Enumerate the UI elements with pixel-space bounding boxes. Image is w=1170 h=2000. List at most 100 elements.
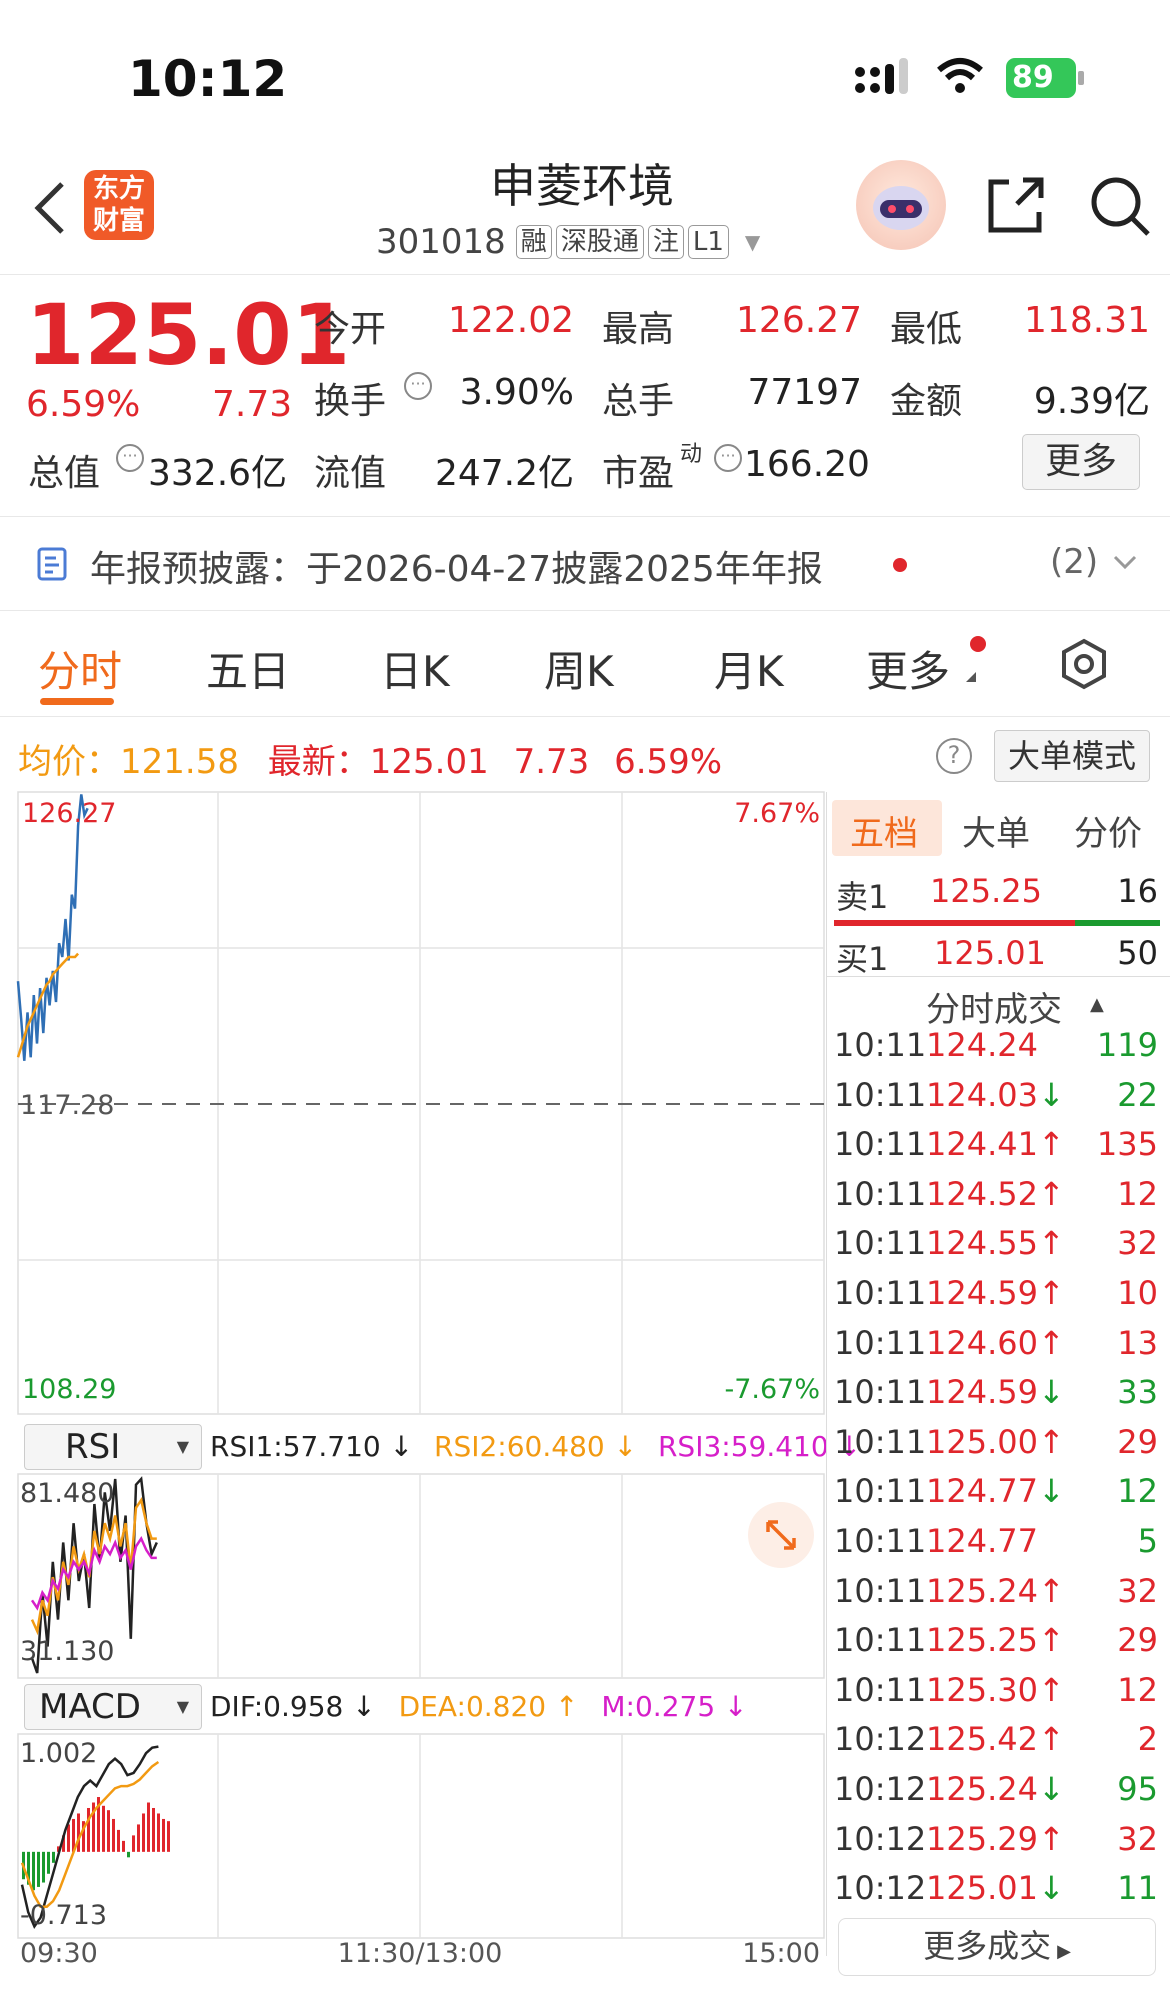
trade-row: 10:11 124.41↑ 135 — [832, 1125, 1162, 1174]
app-logo-text: 东方财富 — [92, 174, 145, 236]
trade-volume: 29 — [1117, 1621, 1158, 1660]
macd-bar — [132, 1835, 135, 1852]
trade-price: 124.77↓ — [926, 1472, 1065, 1511]
tab-daily-k[interactable]: 日K — [380, 638, 450, 699]
trade-time: 10:11 — [834, 1422, 927, 1461]
more-button[interactable]: 更多 — [1022, 434, 1140, 490]
tab-more[interactable]: 更多 — [866, 638, 950, 699]
notice-count[interactable]: (2) — [1050, 542, 1098, 582]
sort-up-icon: ▲ — [1090, 994, 1104, 1015]
trade-price: 125.30↑ — [926, 1670, 1065, 1709]
high-label: 最高 — [602, 309, 675, 350]
trade-price: 124.55↑ — [926, 1224, 1065, 1263]
macd-bar — [77, 1813, 80, 1852]
big-order-mode-button[interactable]: 大单模式 — [994, 730, 1150, 782]
macd-bar — [152, 1807, 155, 1852]
settings-icon[interactable] — [1058, 638, 1110, 690]
trade-time: 10:11 — [834, 1522, 927, 1560]
trade-time: 10:11 — [834, 1571, 927, 1610]
price-line — [16, 794, 89, 1061]
tab-weekly-k[interactable]: 周K — [544, 638, 614, 699]
trade-time: 10:11 — [834, 1621, 927, 1660]
tab-more-corner — [966, 672, 976, 682]
avg-label: 均价： — [18, 742, 120, 782]
info-icon[interactable]: ··· — [404, 372, 432, 400]
chevron-down-icon[interactable] — [1112, 552, 1138, 572]
trade-row: 10:11 124.59↑ 10 — [832, 1274, 1162, 1323]
trade-volume: 10 — [1117, 1274, 1158, 1312]
indicator-selector-rsi[interactable]: RSI ▼ — [24, 1424, 202, 1470]
macd-bar — [122, 1840, 125, 1852]
trade-volume: 29 — [1117, 1422, 1158, 1461]
stock-meta[interactable]: 301018 融 深股通 注 L1 ▼ — [376, 222, 760, 262]
side-tab-price-dist[interactable]: 分价 — [1074, 806, 1142, 855]
trade-volume: 13 — [1117, 1323, 1158, 1362]
signal-icon — [853, 58, 915, 98]
macd-bar — [87, 1807, 90, 1852]
tab-indicator — [40, 698, 114, 705]
expand-icon[interactable] — [748, 1502, 814, 1568]
open-label: 今开 — [314, 309, 387, 350]
trade-time: 10:11 — [834, 1125, 927, 1164]
trade-volume: 5 — [1137, 1522, 1158, 1560]
float-value: 247.2亿 — [434, 453, 574, 494]
latest-pct: 6.59% — [614, 742, 723, 782]
trade-volume: 135 — [1096, 1125, 1158, 1164]
assistant-avatar[interactable] — [856, 160, 946, 250]
trade-time: 10:11 — [834, 1075, 927, 1114]
tag-connect: 深股通 — [555, 225, 644, 259]
trade-row: 10:11 124.52↑ 12 — [832, 1175, 1162, 1224]
tag-registered: 注 — [647, 225, 684, 259]
notice-text[interactable]: 年报预披露：于2026-04-27披露2025年年报 — [90, 540, 823, 592]
bid-ask-bar — [834, 920, 1160, 926]
x-label-midday: 11:30/13:00 — [338, 1938, 503, 1968]
macd-bottom-label: -0.713 — [20, 1900, 107, 1931]
amount-label: 金额 — [890, 381, 963, 422]
trade-row: 10:11 125.25↑ 29 — [832, 1621, 1162, 1670]
rsi-bottom-label: 31.130 — [20, 1636, 114, 1667]
macd-bar — [157, 1813, 160, 1852]
trade-row: 10:12 125.24↓ 95 — [832, 1770, 1162, 1819]
tab-intraday[interactable]: 分时 — [38, 638, 122, 699]
trade-time: 10:12 — [834, 1819, 927, 1858]
macd-bar — [142, 1813, 145, 1852]
latest-change: 7.73 — [513, 742, 590, 782]
trade-volume: 12 — [1117, 1472, 1158, 1511]
chevron-right-icon: ▶ — [1057, 1941, 1071, 1962]
trades-header[interactable]: 分时成交 — [926, 982, 1062, 1031]
pct-bottom-label: -7.67% — [724, 1374, 820, 1405]
m-legend: M:0.275 ↓ — [601, 1690, 748, 1723]
sell1-price: 125.25 — [930, 872, 1042, 910]
tab-monthly-k[interactable]: 月K — [714, 638, 784, 699]
x-label-close: 15:00 — [742, 1938, 820, 1968]
mktcap-label: 总值 — [28, 453, 101, 494]
trade-price: 124.24 — [926, 1026, 1038, 1064]
info-icon[interactable]: ··· — [714, 444, 742, 472]
more-trades-button[interactable]: 更多成交 ▶ — [838, 1918, 1156, 1976]
trade-row: 10:12 125.01↓ 11 — [832, 1869, 1162, 1918]
intraday-chart[interactable]: 126.27 117.28 108.29 7.67% -7.67% 81.480 31.13… — [0, 788, 826, 1968]
info-icon[interactable]: ··· — [116, 444, 144, 472]
more-trades-label: 更多成交 — [923, 1927, 1052, 1965]
trade-volume: 11 — [1117, 1869, 1158, 1908]
mktcap-value: 332.6亿 — [148, 453, 288, 494]
macd-legend: DIF:0.958 ↓ DEA:0.820 ↑ M:0.275 ↓ — [210, 1690, 748, 1723]
trade-time: 10:11 — [834, 1274, 927, 1312]
app-logo: 东方财富 — [84, 170, 154, 240]
trade-time: 10:12 — [834, 1770, 927, 1808]
trade-row: 10:11 124.03↓ 22 — [832, 1076, 1162, 1125]
back-icon[interactable] — [30, 178, 70, 238]
side-tab-big-order[interactable]: 大单 — [962, 806, 1030, 855]
indicator-selector-macd[interactable]: MACD ▼ — [24, 1684, 202, 1730]
search-icon[interactable] — [1088, 174, 1152, 238]
macd-bar — [102, 1805, 105, 1852]
trade-row: 10:11 125.30↑ 12 — [832, 1671, 1162, 1720]
macd-selector-label: MACD — [39, 1687, 141, 1727]
share-icon[interactable] — [985, 174, 1047, 236]
help-icon[interactable]: ? — [936, 738, 972, 774]
latest-label: 最新： — [267, 742, 370, 782]
trade-volume: 12 — [1117, 1670, 1158, 1709]
tab-five-day[interactable]: 五日 — [206, 638, 290, 699]
trade-row: 10:11 125.00↑ 29 — [832, 1423, 1162, 1472]
macd-bar — [162, 1818, 165, 1852]
